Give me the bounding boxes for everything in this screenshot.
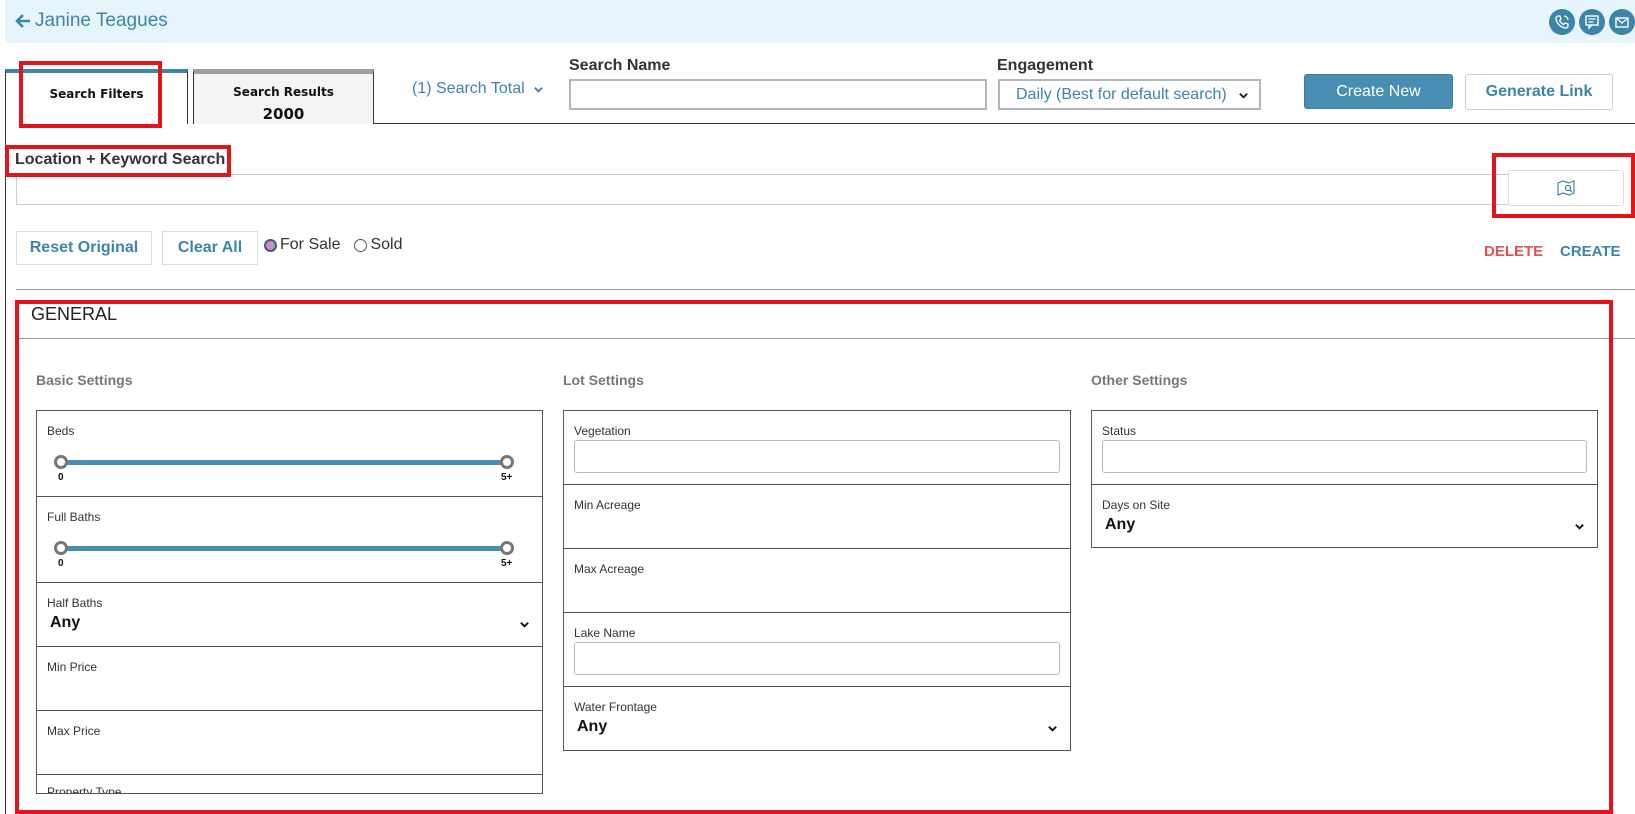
other-settings-title: Other Settings [1091, 372, 1188, 388]
map-search-button[interactable] [1508, 170, 1624, 206]
radio-sold[interactable]: Sold [354, 236, 403, 254]
radio-for-sale-label: For Sale [280, 236, 341, 253]
engagement-value: Daily (Best for default search) [1016, 86, 1227, 103]
chevron-down-icon [1239, 93, 1248, 99]
listing-status-radios: For Sale Sold [264, 236, 403, 254]
beds-max-handle[interactable] [500, 455, 514, 469]
beds-slider-track [60, 460, 508, 465]
search-name-input[interactable] [569, 79, 987, 110]
full-baths-slider-track [60, 546, 508, 551]
days-on-site-panel[interactable]: Days on Site Any [1091, 484, 1598, 548]
vegetation-input[interactable] [574, 440, 1060, 473]
tab-search-results-label: Search Results [233, 85, 334, 99]
vegetation-panel: Vegetation [563, 410, 1071, 485]
beds-max-value: 5+ [501, 472, 513, 483]
beds-min-handle[interactable] [54, 455, 68, 469]
max-price-panel[interactable]: Max Price [36, 710, 543, 775]
location-keyword-label: Location + Keyword Search [15, 151, 226, 168]
beds-label: Beds [47, 424, 75, 438]
beds-panel: Beds 0 5+ [36, 410, 543, 497]
general-section-title[interactable]: GENERAL [31, 304, 117, 325]
tab-search-filters-label: Search Filters [49, 87, 144, 101]
full-baths-panel: Full Baths 0 5+ [36, 496, 543, 583]
search-total-label: (1) Search Total [412, 80, 525, 97]
radio-for-sale[interactable]: For Sale [264, 236, 340, 254]
chevron-down-icon [1048, 726, 1057, 732]
search-total-dropdown[interactable]: (1) Search Total [412, 80, 544, 98]
vegetation-label: Vegetation [574, 424, 631, 438]
status-label: Status [1102, 424, 1137, 438]
chevron-down-icon [1575, 524, 1584, 530]
reset-original-button[interactable]: Reset Original [16, 231, 152, 265]
chat-icon[interactable] [1579, 9, 1605, 35]
general-header-divider [16, 338, 1635, 339]
status-panel: Status [1091, 410, 1598, 485]
chevron-down-icon [520, 622, 529, 628]
beds-min-value: 0 [58, 472, 64, 483]
search-results-count: 2000 [262, 105, 305, 123]
chevron-down-icon [533, 86, 543, 93]
max-acreage-label: Max Acreage [574, 562, 645, 576]
half-baths-panel[interactable]: Half Baths Any [36, 582, 543, 647]
generate-link-button[interactable]: Generate Link [1465, 74, 1613, 110]
half-baths-label: Half Baths [47, 596, 103, 610]
map-search-icon [1557, 180, 1575, 196]
max-price-label: Max Price [47, 724, 101, 738]
radio-sold-dot[interactable] [354, 238, 368, 252]
engagement-label: Engagement [997, 57, 1094, 74]
min-price-label: Min Price [47, 660, 98, 674]
location-keyword-input[interactable] [16, 174, 1516, 205]
arrow-left-icon [15, 14, 30, 28]
back-link[interactable]: Janine Teagues [15, 10, 168, 32]
min-acreage-label: Min Acreage [574, 498, 641, 512]
full-baths-max-handle[interactable] [500, 541, 514, 555]
back-link-label: Janine Teagues [35, 10, 168, 31]
clear-all-button[interactable]: Clear All [162, 231, 258, 265]
lake-name-input[interactable] [574, 642, 1060, 675]
section-divider [16, 289, 1635, 290]
radio-sold-label: Sold [370, 236, 403, 253]
status-input[interactable] [1102, 440, 1587, 473]
full-baths-slider[interactable]: 0 5+ [54, 541, 514, 569]
half-baths-value: Any [50, 614, 81, 631]
days-on-site-value: Any [1105, 516, 1136, 533]
mail-icon[interactable] [1609, 9, 1635, 35]
min-price-panel[interactable]: Min Price [36, 646, 543, 711]
tab-search-filters[interactable]: Search Filters [5, 69, 188, 124]
beds-slider[interactable]: 0 5+ [54, 455, 514, 483]
create-link[interactable]: CREATE [1560, 243, 1621, 260]
property-type-label: Property Type [47, 785, 122, 794]
top-bar: Janine Teagues [5, 0, 1635, 43]
property-type-panel[interactable]: Property Type [36, 774, 543, 794]
max-acreage-panel[interactable]: Max Acreage [563, 548, 1071, 613]
basic-settings-title: Basic Settings [36, 372, 133, 388]
tab-search-results[interactable]: Search Results 2000 [193, 69, 374, 124]
engagement-select[interactable]: Daily (Best for default search) [998, 79, 1261, 110]
lake-name-label: Lake Name [574, 626, 636, 640]
lake-name-panel: Lake Name [563, 612, 1071, 687]
water-frontage-panel[interactable]: Water Frontage Any [563, 686, 1071, 751]
tab-divider [374, 123, 1635, 124]
create-new-button[interactable]: Create New [1304, 74, 1453, 109]
full-baths-label: Full Baths [47, 510, 101, 524]
full-baths-min-handle[interactable] [54, 541, 68, 555]
water-frontage-value: Any [577, 718, 608, 735]
water-frontage-label: Water Frontage [574, 700, 657, 714]
full-baths-max-value: 5+ [501, 558, 513, 569]
search-name-label: Search Name [569, 57, 671, 74]
delete-link[interactable]: DELETE [1484, 243, 1543, 260]
full-baths-min-value: 0 [58, 558, 64, 569]
lot-settings-title: Lot Settings [563, 372, 644, 388]
min-acreage-panel[interactable]: Min Acreage [563, 484, 1071, 549]
contact-icons [1549, 9, 1635, 35]
days-on-site-label: Days on Site [1102, 498, 1171, 512]
radio-for-sale-dot[interactable] [264, 238, 277, 252]
phone-icon[interactable] [1549, 9, 1575, 35]
content-left-border [5, 123, 6, 814]
